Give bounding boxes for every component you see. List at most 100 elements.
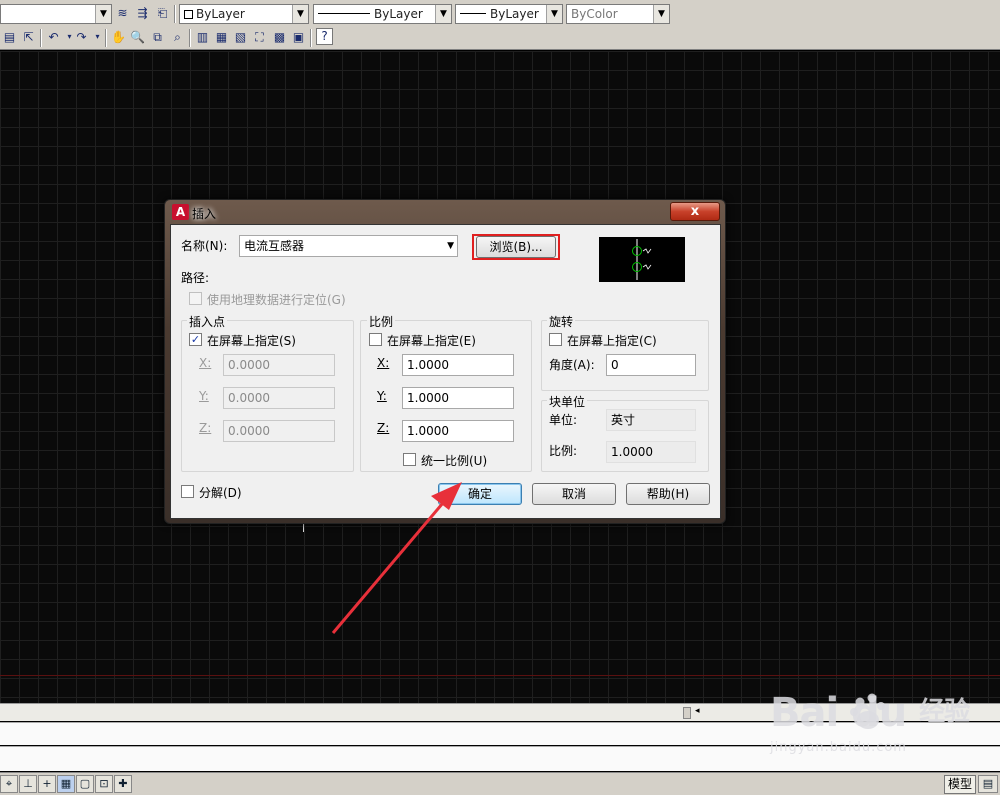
toolbar-separator bbox=[174, 5, 176, 23]
help-icon[interactable]: ? bbox=[316, 28, 333, 45]
unit-value: 英寸 bbox=[606, 409, 696, 431]
scroll-left-arrow-icon[interactable]: ◂ bbox=[695, 706, 700, 716]
layer-combo[interactable]: ▼ bbox=[0, 4, 112, 24]
cancel-button[interactable]: 取消 bbox=[532, 483, 616, 505]
linetype-combo[interactable]: ByLayer ▼ bbox=[313, 4, 452, 24]
ok-button[interactable]: 确定 bbox=[438, 483, 522, 505]
scale-z-label: Z: bbox=[377, 421, 390, 435]
scale-z-field[interactable]: 1.0000 bbox=[402, 420, 514, 442]
close-button[interactable]: x bbox=[670, 202, 720, 221]
toolbar-separator bbox=[40, 29, 42, 47]
dialog-body: 名称(N): 电流互感器 ▼ 浏览(B)... 路径: 使用地理数据进行定位(G… bbox=[170, 224, 721, 519]
name-label: 名称(N): bbox=[181, 239, 228, 253]
grid-icon[interactable]: ⊥ bbox=[19, 775, 37, 793]
watermark-url: jingyan.baidu.com bbox=[770, 740, 907, 755]
match-properties-icon[interactable]: ▤ bbox=[0, 28, 19, 47]
standard-toolbar: ▤ ⇱ ↶ ▾ ↷ ▾ ✋ 🔍 ⧉ ⌕ ▥ ▦ ▧ ⛶ ▩ ▣ ? bbox=[0, 26, 1000, 50]
uniform-scale-label: 统一比例(U) bbox=[421, 454, 488, 468]
insert-x-label: X: bbox=[199, 356, 212, 370]
rotation-title: 旋转 bbox=[547, 313, 576, 330]
linetype-sample-icon bbox=[318, 13, 370, 14]
unit-label: 单位: bbox=[549, 413, 578, 427]
osnap-icon[interactable]: ▢ bbox=[76, 775, 94, 793]
angle-label: 角度(A): bbox=[549, 358, 595, 372]
watermark-brand: 经验 bbox=[919, 697, 970, 727]
snap-icon[interactable]: ⌖ bbox=[0, 775, 18, 793]
block-editor-icon[interactable]: ⇱ bbox=[19, 28, 38, 47]
chevron-down-icon[interactable]: ▼ bbox=[447, 236, 454, 256]
markup-icon[interactable]: ▩ bbox=[270, 28, 289, 47]
scale-x-label: X: bbox=[377, 356, 390, 370]
layer-states-icon[interactable]: ≋ bbox=[113, 4, 132, 23]
factor-value: 1.0000 bbox=[606, 441, 696, 463]
geo-location-checkbox[interactable] bbox=[189, 292, 202, 305]
chevron-down-icon[interactable]: ▼ bbox=[653, 5, 669, 23]
ducs-icon[interactable]: ✚ bbox=[114, 775, 132, 793]
zoom-realtime-icon[interactable]: 🔍 bbox=[128, 28, 147, 47]
help-button[interactable]: 帮助(H) bbox=[626, 483, 710, 505]
drawing-line bbox=[0, 675, 1000, 676]
layer-previous-icon[interactable]: ⎗ bbox=[153, 4, 172, 23]
insert-point-onscreen-checkbox[interactable]: ✓ bbox=[189, 333, 202, 346]
scale-x-field[interactable]: 1.0000 bbox=[402, 354, 514, 376]
ortho-icon[interactable]: + bbox=[38, 775, 56, 793]
geo-location-label: 使用地理数据进行定位(G) bbox=[207, 293, 346, 307]
block-name-combo[interactable]: 电流互感器 ▼ bbox=[239, 235, 458, 257]
insert-point-title: 插入点 bbox=[187, 313, 228, 330]
angle-field[interactable]: 0 bbox=[606, 354, 696, 376]
lineweight-combo[interactable]: ByLayer ▼ bbox=[455, 4, 563, 24]
calculator-icon[interactable]: ▣ bbox=[289, 28, 308, 47]
explode-checkbox[interactable] bbox=[181, 485, 194, 498]
rotation-onscreen-label: 在屏幕上指定(C) bbox=[567, 334, 657, 348]
annotation-highlight-box bbox=[472, 234, 560, 260]
watermark: Bai du 经验 jingyan.baidu.com bbox=[770, 690, 1000, 790]
properties-icon[interactable]: ▥ bbox=[193, 28, 212, 47]
rotation-onscreen-checkbox[interactable] bbox=[549, 333, 562, 346]
uniform-scale-checkbox[interactable] bbox=[403, 453, 416, 466]
dialog-title: 插入 bbox=[192, 207, 217, 221]
zoom-window-icon[interactable]: ⧉ bbox=[148, 28, 167, 47]
scale-y-label: Y: bbox=[377, 389, 387, 403]
lineweight-combo-value: ByLayer bbox=[490, 7, 539, 21]
factor-label: 比例: bbox=[549, 444, 578, 458]
otrack-icon[interactable]: ⊡ bbox=[95, 775, 113, 793]
properties-toolbar: ▼ ≋ ⇶ ⎗ ByLayer ▼ ByLayer ▼ ByLayer ▼ By… bbox=[0, 2, 1000, 26]
insert-dialog: A 插入 x 名称(N): 电流互感器 ▼ 浏览(B)... 路径: 使用地理数… bbox=[164, 199, 726, 524]
chevron-down-icon[interactable]: ▼ bbox=[546, 5, 562, 23]
toolbar-separator bbox=[105, 29, 107, 47]
lineweight-sample-icon bbox=[460, 13, 486, 14]
scale-title: 比例 bbox=[367, 313, 396, 330]
scale-onscreen-label: 在屏幕上指定(E) bbox=[387, 334, 476, 348]
color-combo-value: ByLayer bbox=[196, 7, 245, 21]
block-name-value: 电流互感器 bbox=[244, 239, 305, 253]
insert-point-onscreen-label: 在屏幕上指定(S) bbox=[207, 334, 296, 348]
chevron-down-icon[interactable]: ▼ bbox=[95, 5, 111, 23]
insert-x-field[interactable]: 0.0000 bbox=[223, 354, 335, 376]
polar-icon[interactable]: ▦ bbox=[57, 775, 75, 793]
scale-onscreen-checkbox[interactable] bbox=[369, 333, 382, 346]
sheet-set-icon[interactable]: ⛶ bbox=[250, 28, 269, 47]
design-center-icon[interactable]: ▦ bbox=[212, 28, 231, 47]
toolbar-separator bbox=[310, 29, 312, 47]
autocad-app-icon: A bbox=[172, 204, 189, 220]
scale-y-field[interactable]: 1.0000 bbox=[402, 387, 514, 409]
paw-icon bbox=[850, 693, 885, 729]
insert-y-field[interactable]: 0.0000 bbox=[223, 387, 335, 409]
insert-z-field[interactable]: 0.0000 bbox=[223, 420, 335, 442]
chevron-down-icon[interactable]: ▼ bbox=[292, 5, 308, 23]
block-preview bbox=[599, 237, 685, 282]
tool-palettes-icon[interactable]: ▧ bbox=[231, 28, 250, 47]
color-combo[interactable]: ByLayer ▼ bbox=[179, 4, 309, 24]
toolbar-separator bbox=[189, 29, 191, 47]
scroll-left-icon[interactable] bbox=[683, 707, 691, 719]
path-label: 路径: bbox=[181, 271, 210, 285]
linetype-combo-value: ByLayer bbox=[374, 7, 423, 21]
plotstyle-combo[interactable]: ByColor ▼ bbox=[566, 4, 670, 24]
color-swatch-icon bbox=[184, 10, 193, 19]
block-unit-title: 块单位 bbox=[547, 393, 588, 410]
zoom-previous-icon[interactable]: ⌕ bbox=[168, 28, 187, 47]
insert-y-label: Y: bbox=[199, 389, 209, 403]
make-current-layer-icon[interactable]: ⇶ bbox=[133, 4, 152, 23]
pan-hand-icon[interactable]: ✋ bbox=[109, 28, 128, 47]
chevron-down-icon[interactable]: ▼ bbox=[435, 5, 451, 23]
